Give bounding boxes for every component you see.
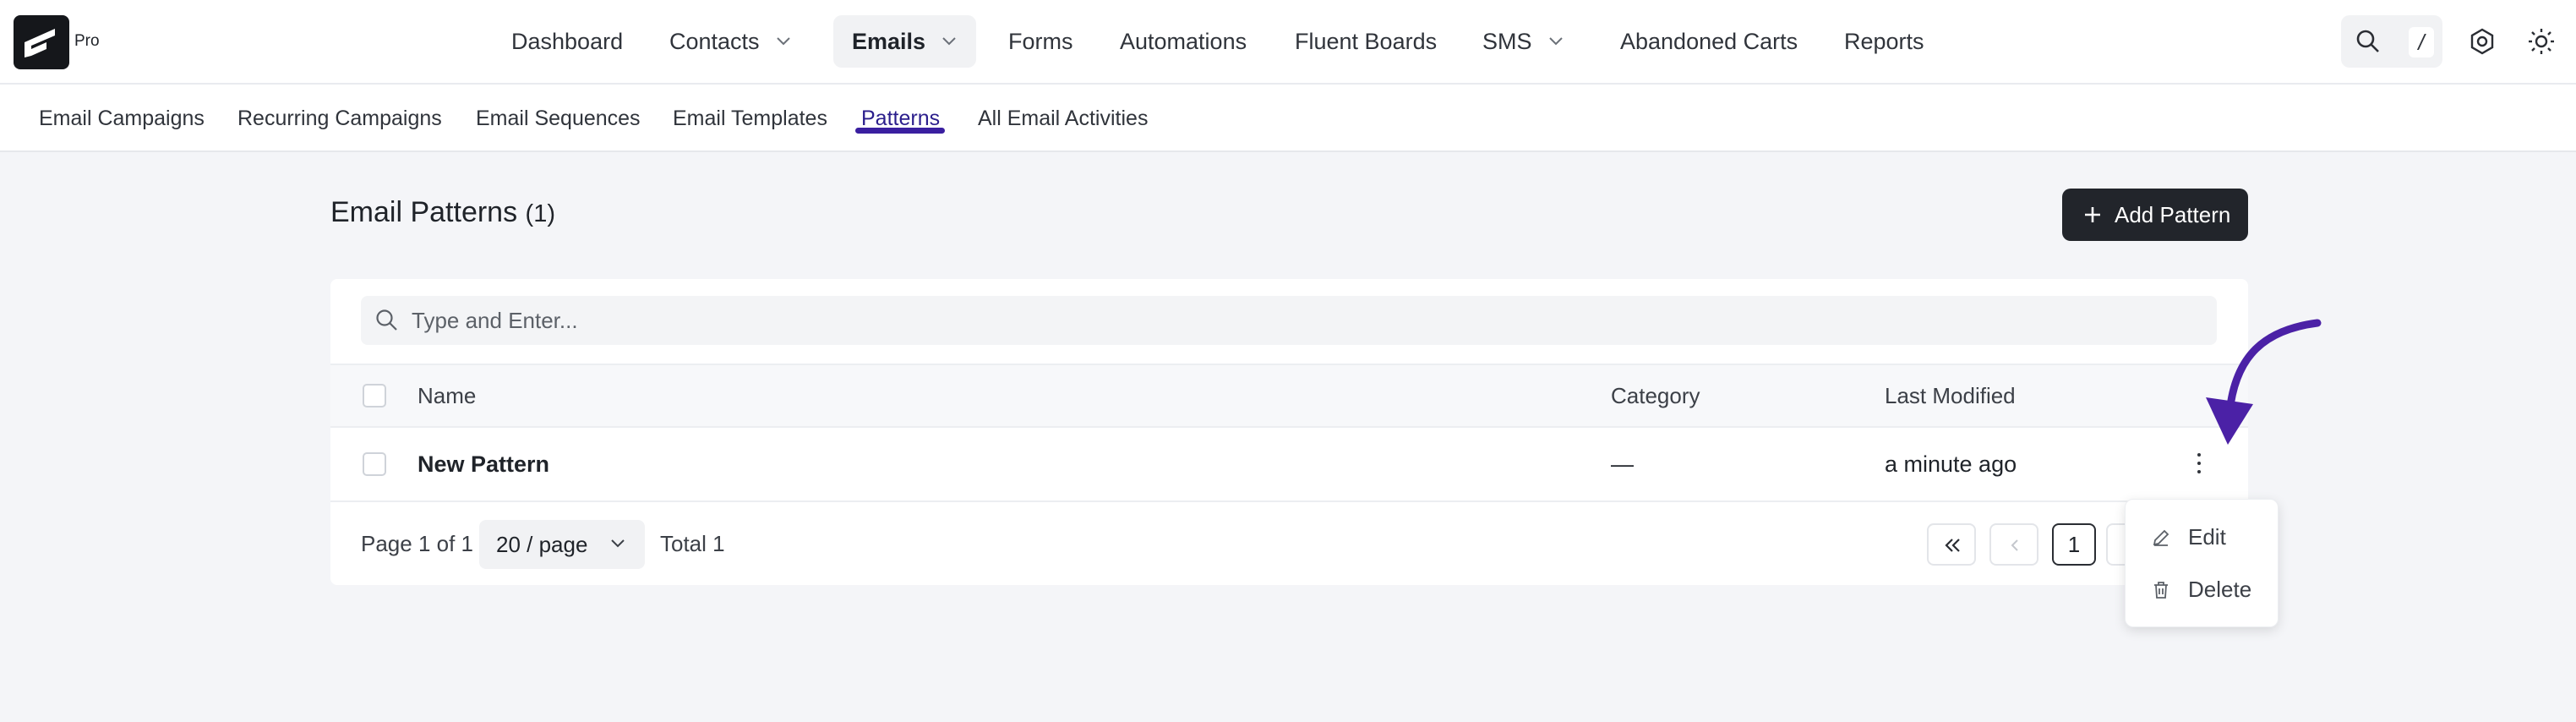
nav-label: SMS xyxy=(1482,29,1532,54)
subnav-email-campaigns[interactable]: Email Campaigns xyxy=(39,85,205,152)
subnav-email-templates[interactable]: Email Templates xyxy=(673,85,827,152)
pattern-count: (1) xyxy=(525,200,555,227)
nav-label: Dashboard xyxy=(511,29,624,54)
row-actions-menu: Edit Delete xyxy=(2125,499,2279,627)
column-name[interactable]: Name xyxy=(418,365,476,426)
edit-label: Edit xyxy=(2188,524,2226,550)
settings-icon[interactable] xyxy=(2468,27,2497,56)
active-tab-indicator xyxy=(855,128,945,134)
search-shortcut-key: / xyxy=(2409,27,2434,57)
nav-abandoned-carts[interactable]: Abandoned Carts xyxy=(1620,15,1798,68)
nav-label: Contacts xyxy=(669,29,760,54)
patterns-table-card: Name Category Last Modified New Pattern … xyxy=(330,279,2248,585)
subnav-patterns[interactable]: Patterns xyxy=(861,85,940,152)
delete-label: Delete xyxy=(2188,577,2252,602)
email-subnav: Email Campaigns Recurring Campaigns Emai… xyxy=(0,85,2576,152)
row-checkbox[interactable] xyxy=(363,452,386,476)
nav-sms[interactable]: SMS xyxy=(1482,15,1564,68)
search-icon xyxy=(2356,30,2379,52)
first-page-button[interactable] xyxy=(1927,523,1976,566)
column-last-modified[interactable]: Last Modified xyxy=(1885,365,2016,426)
nav-automations[interactable]: Automations xyxy=(1120,15,1247,68)
page-info: Page 1 of 1 xyxy=(361,531,473,556)
double-chevron-left-icon xyxy=(1945,539,1960,552)
pattern-name[interactable]: New Pattern xyxy=(418,428,549,500)
nav-forms[interactable]: Forms xyxy=(1008,15,1073,68)
edit-menu-item[interactable]: Edit xyxy=(2151,520,2226,554)
pro-badge: Pro xyxy=(74,32,100,50)
search-input[interactable] xyxy=(412,296,2186,345)
nav-contacts[interactable]: Contacts xyxy=(669,15,792,68)
add-pattern-button[interactable]: Add Pattern xyxy=(2062,189,2248,241)
nav-dashboard[interactable]: Dashboard xyxy=(511,15,623,68)
total-count: Total 1 xyxy=(660,531,725,556)
add-pattern-label: Add Pattern xyxy=(2115,202,2231,227)
table-row[interactable]: New Pattern — a minute ago xyxy=(330,428,2248,502)
chevron-down-icon xyxy=(942,37,956,46)
subnav-recurring-campaigns[interactable]: Recurring Campaigns xyxy=(237,85,442,152)
page-title: Email Patterns (1) xyxy=(330,196,555,229)
chevron-down-icon xyxy=(1548,37,1563,46)
column-category[interactable]: Category xyxy=(1611,365,1700,426)
per-page-value: 20 / page xyxy=(496,532,588,557)
theme-toggle-icon[interactable] xyxy=(2527,27,2556,56)
nav-label: Reports xyxy=(1844,29,1924,54)
select-all-checkbox[interactable] xyxy=(363,384,386,407)
per-page-select[interactable]: 20 / page xyxy=(479,520,645,569)
top-navbar: Pro Dashboard Contacts Emails Forms Auto… xyxy=(0,0,2576,85)
chevron-left-icon xyxy=(2011,539,2018,551)
plus-icon xyxy=(2085,207,2100,222)
pattern-category: — xyxy=(1611,451,1634,477)
page-title-text: Email Patterns xyxy=(330,196,518,228)
page-1-button[interactable]: 1 xyxy=(2052,523,2096,566)
nav-label: Automations xyxy=(1120,29,1247,54)
nav-label: Abandoned Carts xyxy=(1620,29,1798,54)
table-header: Name Category Last Modified xyxy=(330,364,2248,428)
logo-icon xyxy=(25,29,55,57)
subnav-email-sequences[interactable]: Email Sequences xyxy=(476,85,641,152)
annotation-arrow-icon xyxy=(2206,319,2322,445)
nav-label: Fluent Boards xyxy=(1295,29,1438,54)
row-actions-icon[interactable] xyxy=(2196,453,2202,479)
nav-emails[interactable]: Emails xyxy=(833,15,977,68)
pencil-icon xyxy=(2153,529,2169,546)
trash-icon xyxy=(2154,582,2168,599)
search-icon xyxy=(376,309,397,331)
chevron-down-icon xyxy=(776,37,790,46)
app-logo[interactable] xyxy=(14,15,69,69)
nav-label: Emails xyxy=(852,29,926,54)
nav-fluent-boards[interactable]: Fluent Boards xyxy=(1295,15,1437,68)
prev-page-button[interactable] xyxy=(1989,523,2038,566)
delete-menu-item[interactable]: Delete xyxy=(2151,572,2251,606)
subnav-all-email-activities[interactable]: All Email Activities xyxy=(978,85,1148,152)
nav-label: Forms xyxy=(1008,29,1073,54)
search-shortcut-box[interactable]: / xyxy=(2341,15,2442,68)
search-box xyxy=(361,296,2217,345)
pattern-last-modified: a minute ago xyxy=(1885,451,2017,477)
chevron-down-icon xyxy=(611,539,625,548)
nav-reports[interactable]: Reports xyxy=(1844,15,1924,68)
